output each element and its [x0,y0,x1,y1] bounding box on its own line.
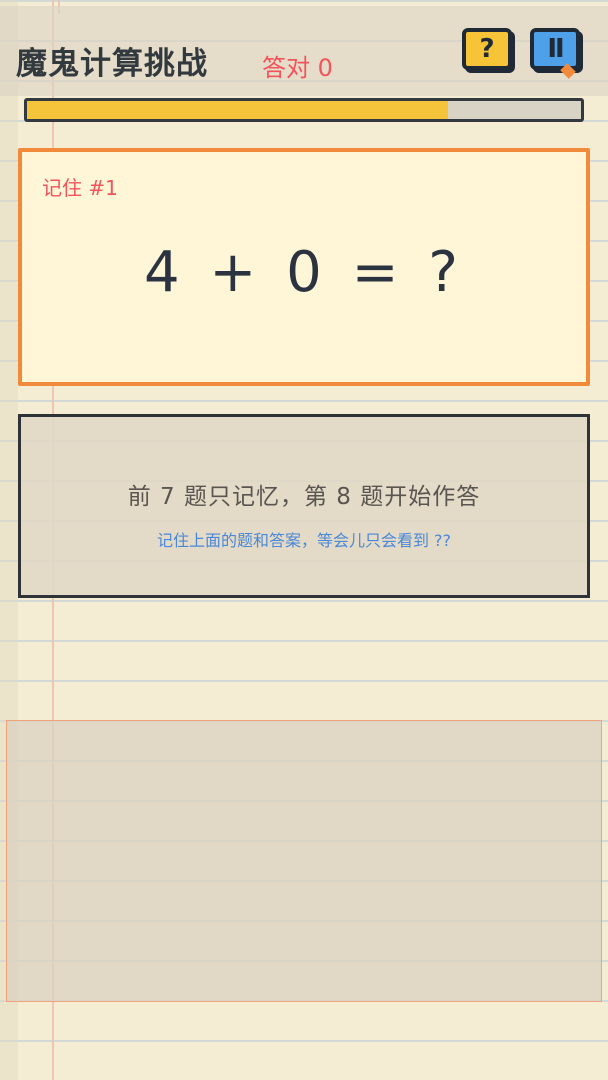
score-label: 答对 0 [262,54,333,82]
instruction-sub-text: 记住上面的题和答案，等会儿只会看到 ?? [156,531,452,550]
instruction-main-text: 前 7 题只记忆，第 8 题开始作答 [127,484,481,510]
game-title: 魔鬼计算挑战 [16,46,208,82]
pause-icon: II [547,34,564,64]
instruction-panel: 前 7 题只记忆，第 8 题开始作答 记住上面的题和答案，等会儿只会看到 ?? [18,414,590,598]
answer-input-area[interactable] [6,720,602,1002]
help-button[interactable]: ? [462,28,512,70]
equation-text: 4 + 0 = ? [143,240,465,305]
pause-button[interactable]: II [530,28,580,70]
question-number-label: 记住 #1 [42,176,118,200]
question-mark-icon: ? [479,34,495,64]
header-bar: 魔鬼计算挑战 答对 0 ? II [0,6,608,96]
progress-bar-fill [27,101,449,119]
progress-bar [24,98,584,122]
question-card: 记住 #1 4 + 0 = ? [18,148,590,386]
